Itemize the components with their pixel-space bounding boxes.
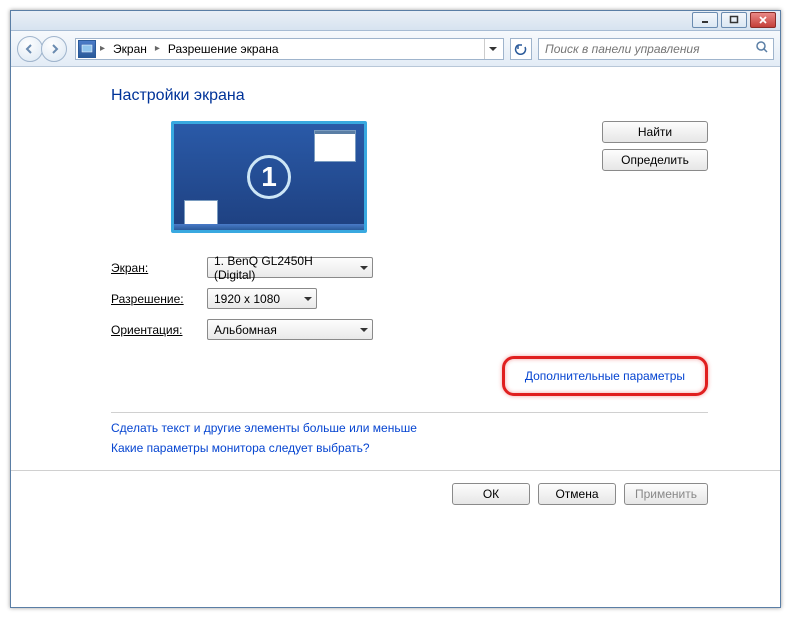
navbar: ▸ Экран ▸ Разрешение экрана (11, 31, 780, 67)
chevron-down-icon (360, 266, 368, 270)
advanced-link-wrap: Дополнительные параметры (111, 352, 708, 404)
content-area: Настройки экрана 1 Найти Определить Экра… (11, 67, 780, 471)
orientation-label: Ориентация: (111, 323, 207, 337)
orientation-value: Альбомная (214, 323, 277, 337)
screen-row: Экран: 1. BenQ GL2450H (Digital) (111, 257, 708, 278)
monitor-preview-row: 1 Найти Определить (111, 121, 708, 233)
nav-arrows (17, 36, 65, 62)
ok-button[interactable]: ОК (452, 483, 530, 505)
detect-button[interactable]: Определить (602, 149, 708, 171)
chevron-down-icon (360, 328, 368, 332)
preview-window-icon (314, 130, 356, 162)
maximize-button[interactable] (721, 12, 747, 28)
search-icon (755, 40, 769, 57)
control-panel-icon (78, 40, 96, 58)
screen-value: 1. BenQ GL2450H (Digital) (214, 254, 354, 282)
text-size-link[interactable]: Сделать текст и другие элементы больше и… (111, 421, 708, 435)
side-buttons: Найти Определить (602, 121, 708, 171)
refresh-button[interactable] (510, 38, 532, 60)
address-dropdown[interactable] (484, 39, 501, 59)
back-button[interactable] (17, 36, 43, 62)
breadcrumb-screen[interactable]: Экран (109, 40, 151, 58)
breadcrumb-resolution[interactable]: Разрешение экрана (164, 40, 283, 58)
forward-button[interactable] (41, 36, 67, 62)
chevron-down-icon (304, 297, 312, 301)
window-controls (692, 12, 776, 28)
resolution-value: 1920 x 1080 (214, 292, 280, 306)
chevron-down-icon (489, 47, 497, 51)
breadcrumb-separator-icon: ▸ (98, 43, 107, 54)
search-box[interactable] (538, 38, 774, 60)
apply-button[interactable]: Применить (624, 483, 708, 505)
close-button[interactable] (750, 12, 776, 28)
monitor-preview[interactable]: 1 (171, 121, 367, 233)
window-frame: ▸ Экран ▸ Разрешение экрана Настройки эк… (10, 10, 781, 608)
screen-label: Экран: (111, 261, 207, 275)
divider (11, 470, 780, 471)
find-button[interactable]: Найти (602, 121, 708, 143)
which-settings-link[interactable]: Какие параметры монитора следует выбрать… (111, 441, 708, 455)
resolution-label: Разрешение: (111, 292, 207, 306)
resolution-combo[interactable]: 1920 x 1080 (207, 288, 317, 309)
resolution-row: Разрешение: 1920 x 1080 (111, 288, 708, 309)
links-section: Дополнительные параметры Сделать текст и… (111, 352, 708, 455)
divider (111, 412, 708, 413)
breadcrumb-separator-icon: ▸ (153, 43, 162, 54)
preview-taskbar (174, 224, 364, 230)
minimize-button[interactable] (692, 12, 718, 28)
advanced-settings-link[interactable]: Дополнительные параметры (525, 369, 685, 383)
address-bar[interactable]: ▸ Экран ▸ Разрешение экрана (75, 38, 504, 60)
dialog-buttons: ОК Отмена Применить (452, 483, 708, 505)
orientation-combo[interactable]: Альбомная (207, 319, 373, 340)
titlebar (11, 11, 780, 31)
cancel-button[interactable]: Отмена (538, 483, 616, 505)
screen-combo[interactable]: 1. BenQ GL2450H (Digital) (207, 257, 373, 278)
monitor-number: 1 (247, 155, 291, 199)
page-title: Настройки экрана (111, 87, 708, 105)
search-input[interactable] (543, 41, 755, 57)
highlight-annotation: Дополнительные параметры (502, 356, 708, 396)
orientation-row: Ориентация: Альбомная (111, 319, 708, 340)
preview-window-icon (184, 200, 218, 226)
